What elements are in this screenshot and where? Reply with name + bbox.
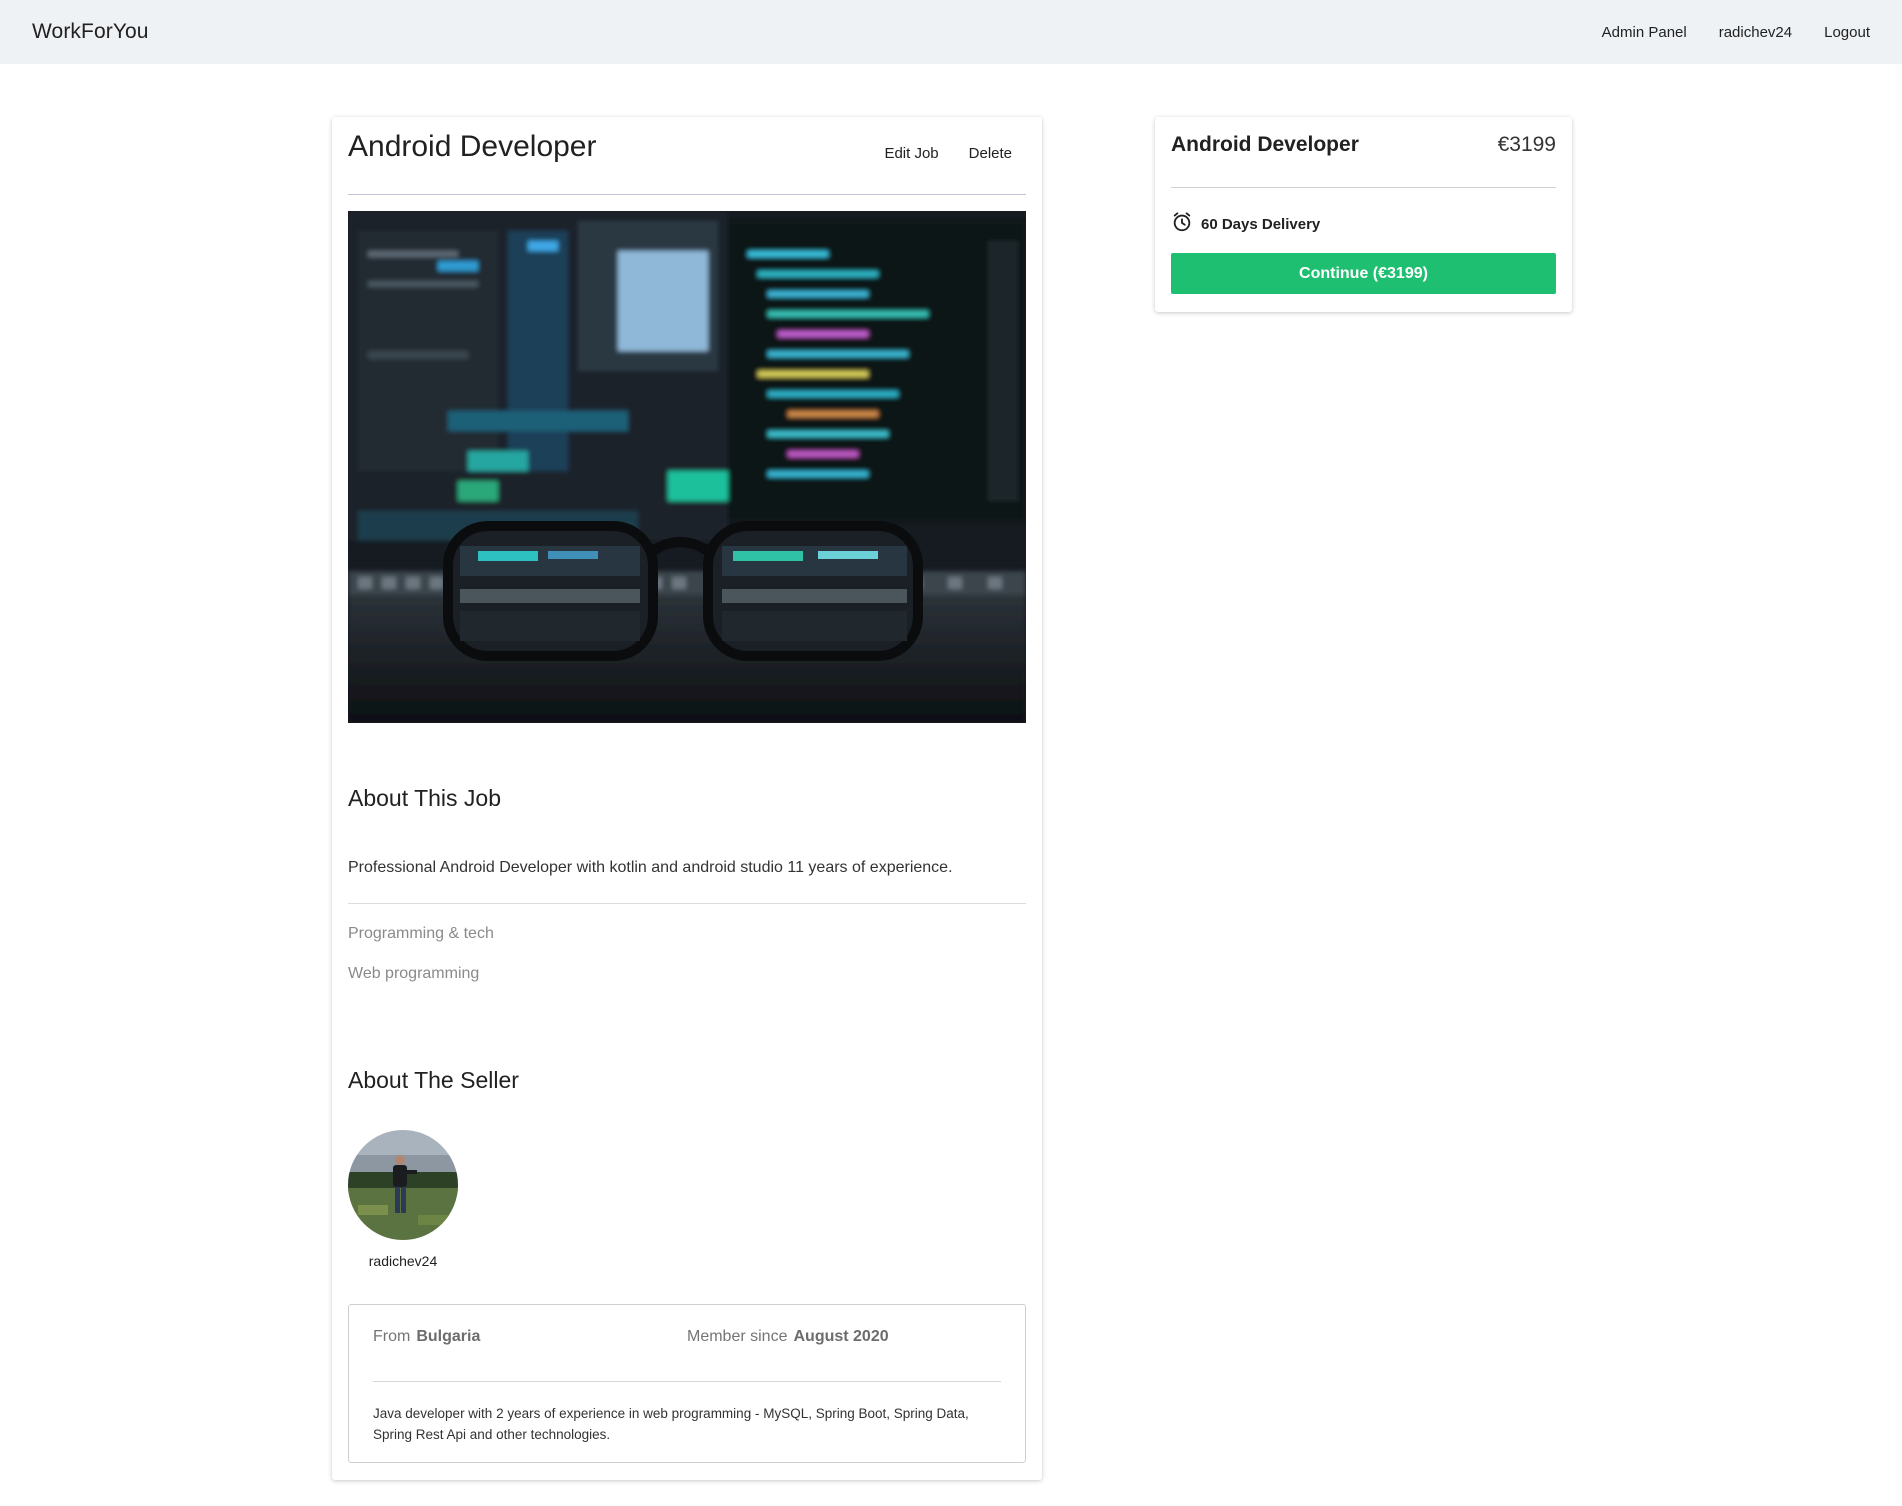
from-label: From xyxy=(373,1328,411,1345)
nav-profile[interactable]: radichev24 xyxy=(1719,24,1792,41)
delivery-info: 60 Days Delivery xyxy=(1171,211,1320,237)
seller-divider xyxy=(373,1381,1001,1382)
order-card: Android Developer €3199 60 Days Delivery… xyxy=(1155,117,1572,312)
about-job-heading: About This Job xyxy=(348,785,502,811)
seller-country: Bulgaria xyxy=(416,1328,481,1345)
nav-admin-panel[interactable]: Admin Panel xyxy=(1602,24,1687,41)
member-since-date: August 2020 xyxy=(793,1328,889,1345)
job-description: Professional Android Developer with kotl… xyxy=(348,859,953,876)
order-price: €3199 xyxy=(1497,133,1556,156)
order-title: Android Developer xyxy=(1171,133,1359,156)
seller-avatar[interactable] xyxy=(348,1130,458,1240)
delivery-text: 60 Days Delivery xyxy=(1201,215,1321,233)
job-category[interactable]: Programming & tech xyxy=(348,925,494,943)
brand-logo[interactable]: WorkForYou xyxy=(32,20,149,44)
about-seller-heading: About The Seller xyxy=(348,1067,519,1093)
job-subcategory[interactable]: Web programming xyxy=(348,965,479,983)
job-title: Android Developer xyxy=(348,130,597,163)
order-divider xyxy=(1171,187,1556,188)
nav-links: Admin Panel radichev24 Logout xyxy=(1602,24,1870,41)
nav-logout[interactable]: Logout xyxy=(1824,24,1870,41)
seller-username[interactable]: radichev24 xyxy=(348,1253,458,1269)
continue-button[interactable]: Continue (€3199) xyxy=(1171,253,1556,294)
description-divider xyxy=(348,903,1026,904)
alarm-clock-icon xyxy=(1171,211,1193,237)
member-since-label: Member since xyxy=(687,1328,788,1345)
seller-from: From Bulgaria xyxy=(373,1328,480,1346)
seller-info-box: From Bulgaria Member since August 2020 Jav… xyxy=(348,1304,1026,1463)
job-details-card: Android Developer Edit Job Delete About … xyxy=(332,117,1042,1480)
edit-job-button[interactable]: Edit Job xyxy=(878,141,944,166)
job-header: Android Developer Edit Job Delete xyxy=(348,117,1026,195)
job-image xyxy=(348,211,1026,723)
delete-job-button[interactable]: Delete xyxy=(963,141,1018,166)
job-actions: Edit Job Delete xyxy=(878,141,1018,166)
top-navbar: WorkForYou Admin Panel radichev24 Logout xyxy=(0,0,1902,64)
seller-bio: Java developer with 2 years of experienc… xyxy=(373,1406,969,1442)
seller-member-since: Member since August 2020 xyxy=(687,1328,889,1346)
